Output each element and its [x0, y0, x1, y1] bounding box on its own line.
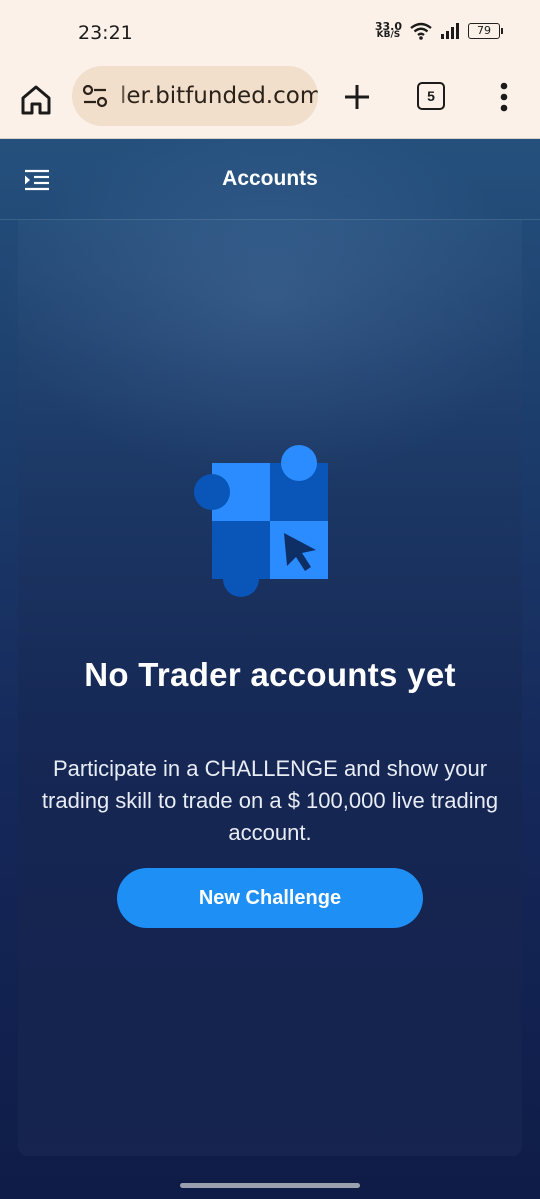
empty-state-title: No Trader accounts yet [84, 656, 456, 693]
app-header: Accounts [0, 139, 540, 220]
home-icon[interactable] [18, 82, 54, 118]
app-content: Accounts No Trader accounts yet Particip… [0, 139, 540, 1199]
empty-state-description: Participate in a CHALLENGE and show your… [41, 756, 499, 845]
status-bar: 23:21 33.0 KB/S 79 [0, 0, 540, 64]
tabs-icon[interactable]: 5 [417, 82, 445, 110]
network-speed-unit: KB/S [376, 30, 401, 40]
network-speed: 33.0 KB/S [375, 21, 402, 40]
more-vert-icon[interactable] [494, 80, 514, 114]
signal-icon [441, 23, 459, 39]
new-challenge-button[interactable]: New Challenge [117, 868, 423, 928]
puzzle-cursor-icon [194, 445, 328, 597]
battery-indicator: 79 [468, 23, 503, 39]
empty-state-card: No Trader accounts yet Participate in a … [18, 220, 522, 1156]
page-title: Accounts [222, 167, 318, 190]
gesture-nav-bar[interactable] [180, 1183, 360, 1188]
wifi-icon [410, 22, 432, 40]
url-fade [108, 66, 130, 126]
status-time: 23:21 [78, 22, 133, 44]
address-bar[interactable]: ler.bitfunded.com [72, 66, 318, 126]
status-icons: 33.0 KB/S 79 [375, 21, 503, 40]
browser-toolbar: ler.bitfunded.com 5 [0, 64, 540, 139]
plus-icon[interactable] [340, 80, 374, 114]
url-text[interactable]: ler.bitfunded.com [120, 83, 318, 109]
tune-icon[interactable] [82, 84, 108, 108]
